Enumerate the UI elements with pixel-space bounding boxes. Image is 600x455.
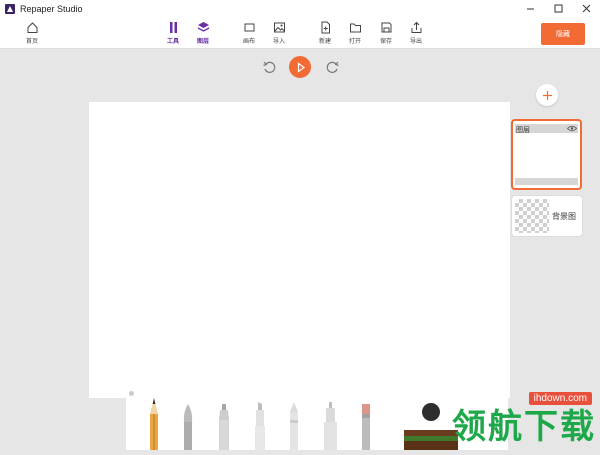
eraser-icon [362,404,370,450]
tray-handle-dot[interactable] [129,391,134,396]
add-layer-button[interactable] [536,84,558,106]
toolbar-label: 首页 [25,39,38,45]
minimize-button[interactable] [516,0,544,17]
toolbar-label: 导入 [272,39,285,45]
paper-texture-icon [404,403,458,450]
pen-tool[interactable] [214,392,234,450]
paper-texture-tool[interactable] [404,392,458,450]
redo-button[interactable] [321,56,343,78]
background-layer-label: 背景图 [552,212,576,221]
new-file-icon [321,21,330,34]
airbrush-tool[interactable] [320,392,340,450]
pencil-icon [150,398,158,450]
tools-icon [169,22,177,33]
eraser-tool[interactable] [356,392,376,450]
toolbar-label: 打开 [348,39,361,45]
layer-name: 图层 [516,127,530,134]
brush-tool[interactable] [178,392,198,450]
play-button[interactable] [289,56,311,78]
canvas-icon [244,23,254,32]
maximize-button[interactable] [544,0,572,17]
toolbar-label: 保存 [379,39,392,45]
drawing-canvas[interactable] [89,102,510,398]
toolbar-canvas[interactable]: 画布 [234,21,264,47]
close-icon [582,4,590,13]
toolbar-tools[interactable]: 工具 [158,21,188,47]
toolbar-new[interactable]: 新建 [310,21,340,47]
transparent-checkerboard-thumbnail [515,199,549,233]
marker-icon [255,402,265,450]
toolbar-open[interactable]: 打开 [340,21,370,47]
pen-icon [219,404,229,450]
undo-icon [262,61,275,73]
playback-controls [258,56,344,78]
toolbar-home[interactable]: 首页 [17,21,47,47]
toolbar-label: 工具 [166,39,179,45]
plus-icon [542,90,552,100]
close-button[interactable] [572,0,600,17]
title-bar: Repaper Studio [0,0,600,17]
maximize-icon [554,4,562,13]
toolbar-label: 图层 [196,39,209,45]
toolbar-save[interactable]: 保存 [371,21,401,47]
undo-button[interactable] [258,56,280,78]
watermark-domain: ihdown.com [528,392,592,405]
window-title: Repaper Studio [20,3,83,14]
layer-footer [515,178,578,185]
airbrush-icon [324,402,337,450]
minimize-icon [526,8,534,10]
action-button[interactable]: 隐藏 [541,23,585,45]
toolbar-label: 导出 [409,39,422,45]
folder-icon [349,23,361,33]
marker-tool[interactable] [250,392,270,450]
toolbar-label: 新建 [318,39,331,45]
main-toolbar: 首页 工具 图层 画布 导入 新建 打开 保存 导出 隐藏 [0,17,600,49]
crayon-tool[interactable] [284,392,304,450]
visibility-eye-icon[interactable] [567,125,577,132]
brush-icon [183,404,193,450]
toolbar-import[interactable]: 导入 [264,21,294,47]
toolbar-export[interactable]: 导出 [401,21,431,47]
import-image-icon [273,22,285,33]
background-layer-card[interactable]: 背景图 [512,196,582,236]
home-icon [27,22,37,33]
window-controls [516,0,600,17]
layers-icon [197,22,209,32]
toolbar-layers[interactable]: 图层 [188,21,218,47]
layer-card[interactable]: 图层 [511,119,582,190]
export-icon [411,21,421,33]
tool-tray [126,388,508,450]
app-logo-icon [5,3,15,14]
pencil-tool[interactable] [144,392,164,450]
play-icon [297,61,305,73]
crayon-icon [290,402,298,450]
save-icon [381,22,391,33]
redo-icon [326,61,339,73]
toolbar-label: 画布 [242,39,255,45]
